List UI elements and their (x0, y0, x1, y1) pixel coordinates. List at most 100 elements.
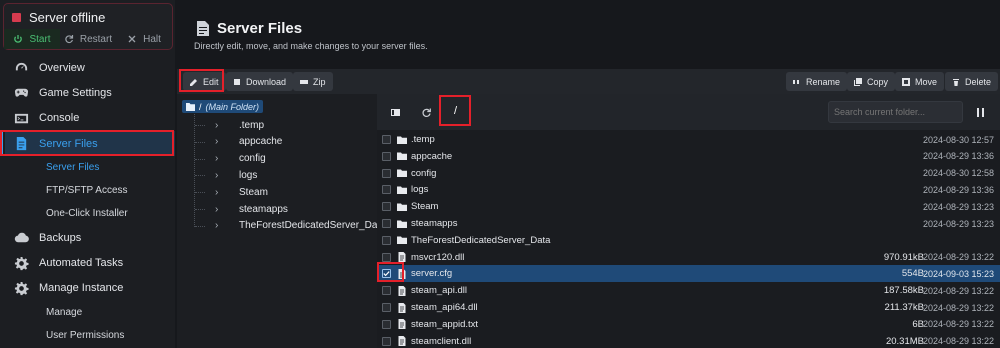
chevron-right-icon[interactable]: › (215, 120, 218, 131)
copy-button[interactable]: Copy (847, 72, 896, 91)
chevron-right-icon[interactable]: › (215, 220, 218, 231)
zip-button[interactable]: Zip (293, 72, 333, 91)
sidebar-item-console[interactable]: Console (5, 106, 175, 131)
chevron-right-icon[interactable]: › (215, 170, 218, 181)
table-row[interactable]: steam_api.dll 187.58kB 2024-08-29 13:22 (377, 282, 1000, 299)
tree-root[interactable]: / (Main Folder) (182, 100, 264, 113)
subnav-user-permissions[interactable]: User Permissions (5, 324, 175, 347)
table-row[interactable]: config 2024-08-30 12:58 (377, 165, 1000, 182)
sidebar-item-backups[interactable]: Backups (5, 225, 175, 250)
table-row[interactable]: .temp 2024-08-30 12:57 (377, 131, 1000, 148)
table-row[interactable]: steam_appid.txt 6B 2024-08-29 13:22 (377, 316, 1000, 333)
folder-icon (397, 220, 407, 228)
tree-folder-item[interactable]: › steamapps (215, 202, 288, 216)
chevron-right-icon[interactable]: › (215, 153, 218, 164)
file-icon (398, 268, 406, 279)
current-path[interactable]: / (454, 105, 457, 117)
file-name: config (411, 167, 437, 179)
page-title: Server Files (217, 20, 303, 37)
file-name: server.cfg (411, 268, 453, 280)
row-checkbox[interactable] (382, 151, 391, 161)
tree-folder-item[interactable]: › logs (215, 168, 257, 182)
halt-button[interactable]: Halt (116, 29, 172, 49)
delete-label: Delete (965, 76, 992, 87)
file-name: Steam (411, 201, 439, 213)
sidebar-item-game-settings[interactable]: Game Settings (5, 80, 175, 105)
rename-button[interactable]: Rename (786, 72, 848, 91)
table-row[interactable]: appcache 2024-08-29 13:36 (377, 148, 1000, 165)
table-row[interactable]: msvcr120.dll 970.91kB 2024-08-29 13:22 (377, 249, 1000, 266)
table-row[interactable]: server.cfg 554B 2024-09-03 15:23 (377, 265, 1000, 283)
sidebar-item-automated-tasks[interactable]: Automated Tasks (5, 250, 175, 275)
edit-button[interactable]: Edit (183, 72, 226, 91)
table-row[interactable]: steamapps 2024-08-29 13:23 (377, 215, 1000, 232)
folder-icon (397, 136, 407, 144)
server-status-card: Server offline Start Restart Halt (3, 3, 173, 50)
sidebar-item-manage-instance[interactable]: Manage Instance (5, 276, 175, 301)
edit-icon (190, 78, 197, 86)
tree-folder-item[interactable]: › config (215, 152, 266, 166)
subnav-ftp-access[interactable]: FTP/SFTP Access (5, 179, 175, 202)
row-checkbox[interactable] (382, 185, 391, 195)
download-button[interactable]: Download (226, 72, 294, 91)
tree-connector (195, 225, 205, 227)
row-checkbox[interactable] (382, 219, 391, 228)
file-icon (16, 136, 27, 151)
gear-icon (14, 281, 29, 295)
file-size: 970.91kB (883, 251, 924, 263)
tree-folder-item[interactable]: › .temp (215, 118, 264, 132)
row-checkbox[interactable] (382, 269, 391, 279)
chevron-right-icon[interactable]: › (215, 204, 218, 215)
sidebar-item-label: Backups (39, 231, 82, 244)
file-toolbar: Edit Download Zip Rename Copy Move Delet… (177, 69, 1000, 94)
file-name: TheForestDedicatedServer_Data (411, 234, 551, 246)
file-name: steam_appid.txt (411, 318, 479, 330)
restart-button[interactable]: Restart (60, 29, 116, 49)
row-checkbox[interactable] (382, 202, 391, 212)
tree-folder-label: config (239, 153, 266, 165)
file-date: 2024-08-29 13:22 (922, 252, 994, 263)
cloud-icon (14, 233, 29, 243)
table-row[interactable]: logs 2024-08-29 13:36 (377, 181, 1000, 198)
rename-label: Rename (806, 76, 841, 87)
delete-button[interactable]: Delete (945, 72, 999, 91)
tree-connector (195, 125, 205, 126)
subnav-server-files[interactable]: Server Files (5, 156, 175, 179)
row-checkbox[interactable] (382, 168, 391, 178)
file-date: 2024-08-29 13:22 (922, 336, 994, 347)
table-row[interactable]: steamclient.dll 20.31MB 2024-08-29 13:22 (377, 333, 1000, 348)
sidebar-item-server-files[interactable]: Server Files (0, 130, 175, 157)
row-checkbox[interactable] (382, 252, 391, 262)
chevron-right-icon[interactable]: › (215, 136, 218, 147)
offline-indicator (12, 13, 21, 22)
panel-toggle-icon[interactable] (975, 107, 986, 118)
row-checkbox[interactable] (382, 319, 391, 329)
row-checkbox[interactable] (382, 286, 391, 296)
tree-folder-item[interactable]: › Steam (215, 185, 268, 199)
file-size: 211.37kB (884, 302, 924, 313)
tree-root-label: (Main Folder) (205, 101, 260, 112)
refresh-icon[interactable] (421, 107, 432, 118)
table-row[interactable]: TheForestDedicatedServer_Data (377, 232, 1000, 249)
table-row[interactable]: Steam 2024-08-29 13:23 (377, 198, 1000, 215)
table-row[interactable]: steam_api64.dll 211.37kB 2024-08-29 13:22 (377, 299, 1000, 316)
file-icon (398, 285, 406, 296)
move-button[interactable]: Move (895, 72, 945, 91)
zip-label: Zip (313, 76, 326, 87)
tree-folder-item[interactable]: › appcache (215, 135, 282, 149)
start-button[interactable]: Start (4, 29, 60, 49)
file-name: appcache (411, 150, 453, 162)
sidebar-item-overview[interactable]: Overview (5, 55, 175, 80)
row-checkbox[interactable] (382, 235, 391, 245)
row-checkbox[interactable] (382, 336, 391, 346)
chevron-right-icon[interactable]: › (215, 187, 218, 198)
restart-icon (65, 35, 73, 44)
subnav-one-click-installer[interactable]: One-Click Installer (5, 202, 175, 225)
sidebar-toggle-icon[interactable] (390, 107, 401, 118)
tree-folder-item[interactable]: › TheForestDedicatedServer_Data (215, 219, 386, 233)
search-input[interactable] (828, 101, 963, 123)
row-checkbox[interactable] (382, 303, 391, 312)
file-date: 2024-08-29 13:23 (922, 218, 994, 229)
subnav-manage[interactable]: Manage (5, 301, 175, 324)
row-checkbox[interactable] (382, 135, 391, 144)
